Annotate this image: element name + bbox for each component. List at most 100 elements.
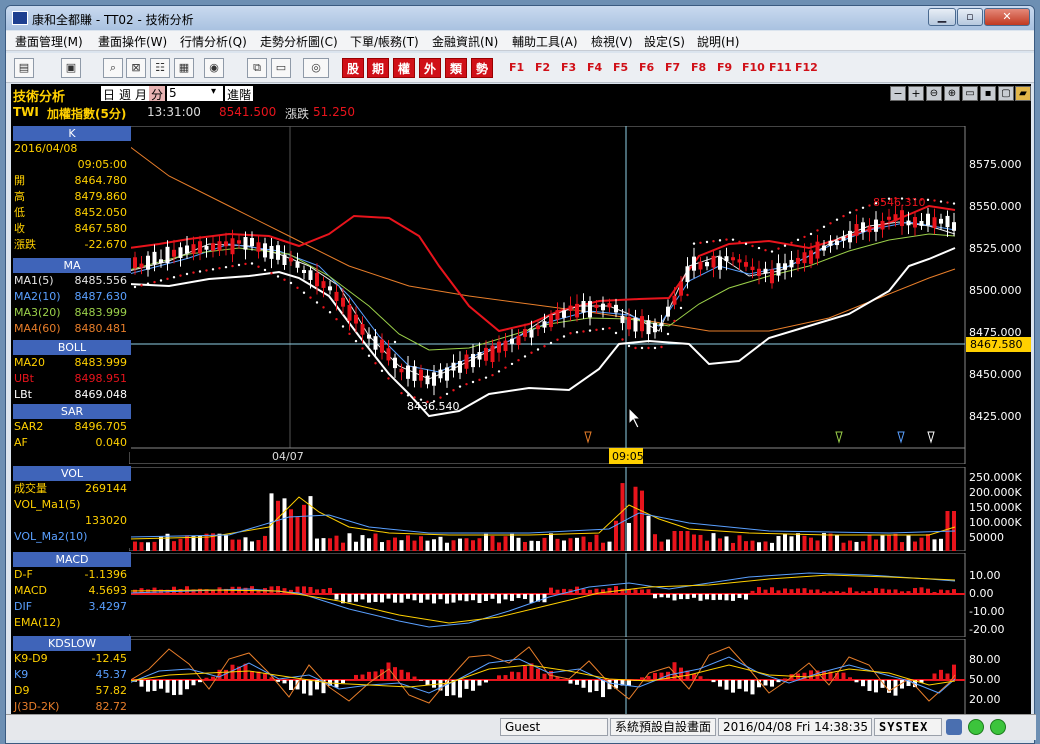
zoom-in-icon[interactable]: + — [908, 86, 924, 101]
period-month[interactable]: 月 — [133, 86, 149, 102]
save-icon[interactable]: ▪ — [980, 86, 996, 101]
f12-key[interactable]: F12 — [795, 61, 818, 74]
k-open-label: 開 — [14, 174, 25, 187]
window-icon[interactable]: ▣ — [61, 58, 81, 78]
sar-dot — [283, 278, 286, 281]
candle-body — [698, 261, 703, 270]
link-icon[interactable]: ⧉ — [247, 58, 267, 78]
candle-body — [913, 217, 917, 228]
f6-key[interactable]: F6 — [639, 61, 654, 74]
futures-button[interactable]: 期 — [367, 58, 389, 78]
volume-bar — [256, 540, 261, 551]
macd-bar — [529, 594, 534, 603]
menu-settings[interactable]: 設定(S) — [644, 33, 685, 50]
kd-chart[interactable]: 80.00 50.00 20.00 — [129, 639, 1031, 719]
globe-icon[interactable]: ◉ — [204, 58, 224, 78]
magnify-minus-icon[interactable]: ⊖ — [926, 86, 942, 101]
menu-screen-operate[interactable]: 畫面操作(W) — [98, 33, 167, 50]
menu-screen-manage[interactable]: 畫面管理(M) — [15, 33, 83, 50]
period-day[interactable]: 日 — [101, 86, 117, 102]
macd-bar — [503, 594, 508, 600]
volume-bar — [263, 535, 267, 551]
menu-finance-info[interactable]: 金融資訊(N) — [432, 33, 498, 50]
folder-icon[interactable]: ▰ — [1015, 86, 1031, 101]
macd-bar — [757, 587, 761, 594]
sar-dot — [270, 272, 273, 275]
macd-chart[interactable]: 10.00 0.00 -10.00 -20.00 — [129, 553, 1031, 637]
category-button[interactable]: 類 — [445, 58, 467, 78]
candle-body — [627, 316, 631, 330]
volume-chart[interactable]: 250.000K 200.000K 150.000K 100.000K 5000… — [129, 467, 1031, 551]
f3-key[interactable]: F3 — [561, 61, 576, 74]
search-icon[interactable]: ⌕ — [103, 58, 123, 78]
menu-order-account[interactable]: 下單/帳務(T) — [350, 33, 419, 50]
menu-quote-analysis[interactable]: 行情分析(Q) — [180, 33, 247, 50]
f10-key[interactable]: F10 — [742, 61, 765, 74]
window-icon[interactable]: ▢ — [998, 86, 1014, 101]
options-button[interactable]: 權 — [393, 58, 415, 78]
candle-body — [653, 322, 657, 333]
zoom-out-icon[interactable]: − — [890, 86, 906, 101]
f5-key[interactable]: F5 — [613, 61, 628, 74]
volume-bar — [217, 533, 222, 551]
period-week[interactable]: 週 — [117, 86, 133, 102]
magnify-plus-icon[interactable]: ⊕ — [944, 86, 960, 101]
kd-bar — [711, 680, 716, 683]
candle-body — [952, 222, 956, 231]
volume-bar — [445, 542, 449, 551]
candle-body — [939, 218, 943, 224]
f2-key[interactable]: F2 — [535, 61, 550, 74]
grid-icon[interactable]: ☷ — [150, 58, 170, 78]
cancel-icon[interactable]: ⊠ — [126, 58, 146, 78]
candle-body — [900, 210, 904, 227]
comment-icon[interactable]: ▭ — [962, 86, 978, 101]
close-button[interactable]: ✕ — [984, 8, 1030, 26]
f4-key[interactable]: F4 — [587, 61, 602, 74]
document-icon[interactable]: ▦ — [174, 58, 194, 78]
minimize-button[interactable]: ▁ — [928, 8, 956, 26]
panel-title: VOL — [13, 466, 131, 481]
f11-key[interactable]: F11 — [769, 61, 792, 74]
logo-icon[interactable]: ◎ — [303, 58, 329, 78]
volume-bar — [282, 498, 287, 551]
sar-dot — [816, 229, 819, 232]
macd-bar — [952, 589, 956, 594]
volume-bar — [380, 542, 384, 551]
price-chart[interactable]: 8546.310 8436.540 04/07 09:05 8575.000 8… — [129, 126, 1031, 464]
f1-key[interactable]: F1 — [509, 61, 524, 74]
sar-dot — [848, 211, 852, 214]
layout-icon[interactable]: ▤ — [14, 58, 34, 78]
menu-tools[interactable]: 輔助工具(A) — [512, 33, 578, 50]
sar-dot — [647, 346, 650, 350]
menu-help[interactable]: 說明(H) — [697, 33, 739, 50]
volume-bar — [867, 535, 872, 551]
volume-bar — [516, 537, 521, 551]
macd-bar — [640, 589, 644, 594]
price-tick: 8425.000 — [969, 410, 1022, 423]
kd-tick: 50.00 — [969, 673, 1001, 686]
kd-bar — [464, 680, 469, 689]
f8-key[interactable]: F8 — [691, 61, 706, 74]
menu-trend-chart[interactable]: 走勢分析圖(C) — [260, 33, 338, 50]
volume-bar — [646, 515, 651, 551]
kd-bar — [152, 680, 157, 691]
foreign-button[interactable]: 外 — [419, 58, 441, 78]
macd-bar — [822, 591, 826, 594]
volume-bar — [159, 536, 163, 551]
f7-key[interactable]: F7 — [665, 61, 680, 74]
trend-button[interactable]: 勢 — [471, 58, 493, 78]
volume-bar — [718, 538, 722, 551]
menu-view[interactable]: 檢視(V) — [591, 33, 633, 50]
period-minute[interactable]: 分 — [149, 86, 165, 102]
macd-bar — [718, 594, 722, 600]
print-icon[interactable]: ▭ — [271, 58, 291, 78]
kd-bar — [945, 673, 950, 680]
stock-button[interactable]: 股 — [342, 58, 364, 78]
macd-bar — [490, 594, 495, 599]
advanced-button[interactable]: 進階 — [225, 86, 254, 102]
f9-key[interactable]: F9 — [717, 61, 732, 74]
candle-body — [425, 375, 430, 385]
network-icon[interactable] — [946, 719, 962, 735]
volume-bar — [822, 533, 826, 551]
maximize-button[interactable]: ▫ — [957, 8, 983, 26]
